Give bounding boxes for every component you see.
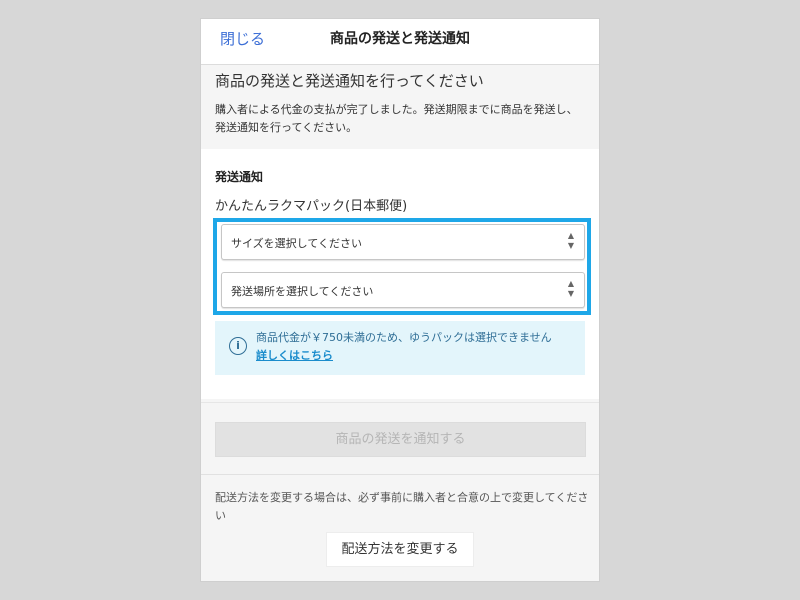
size-select[interactable]: サイズを選択してください ▲ ▼ [221, 224, 585, 260]
modal-header: 閉じる 商品の発送と発送通知 [201, 19, 599, 65]
page-title: 商品の発送と発送通知 [330, 31, 470, 47]
divider [201, 402, 599, 403]
intro-body: 購入者による代金の支払が完了しました。発送期限までに商品を発送し、発送通知を行っ… [215, 103, 578, 134]
shipping-method: かんたんラクマパック(日本郵便) [215, 199, 408, 214]
place-select[interactable]: 発送場所を選択してください ▲ ▼ [221, 272, 585, 308]
divider [201, 474, 599, 475]
change-method-button[interactable]: 配送方法を変更する [326, 532, 474, 567]
place-select-placeholder: 発送場所を選択してください [231, 285, 374, 298]
section-title: 発送通知 [215, 170, 264, 184]
chevron-updown-icon: ▲ ▼ [567, 231, 574, 250]
chevron-updown-icon: ▲ ▼ [567, 279, 574, 298]
shipping-modal: 閉じる 商品の発送と発送通知 商品の発送と発送通知を行ってください 購入者による… [200, 18, 600, 582]
notice-text: 商品代金が￥750未満のため、ゆうパックは選択できません [256, 331, 552, 344]
notify-shipping-button[interactable]: 商品の発送を通知する [215, 422, 586, 457]
details-link[interactable]: 詳しくはこちら [256, 347, 333, 365]
intro-heading: 商品の発送と発送通知を行ってください [215, 72, 484, 90]
size-select-placeholder: サイズを選択してください [231, 237, 363, 250]
change-method-note: 配送方法を変更する場合は、必ず事前に購入者と合意の上で変更してください [215, 491, 589, 522]
shipping-form-section: 発送通知 かんたんラクマパック(日本郵便) サイズを選択してください ▲ ▼ 発送… [201, 149, 599, 399]
info-icon: i [229, 337, 247, 355]
info-notice: i 商品代金が￥750未満のため、ゆうパックは選択できません 詳しくはこちら [215, 321, 585, 375]
